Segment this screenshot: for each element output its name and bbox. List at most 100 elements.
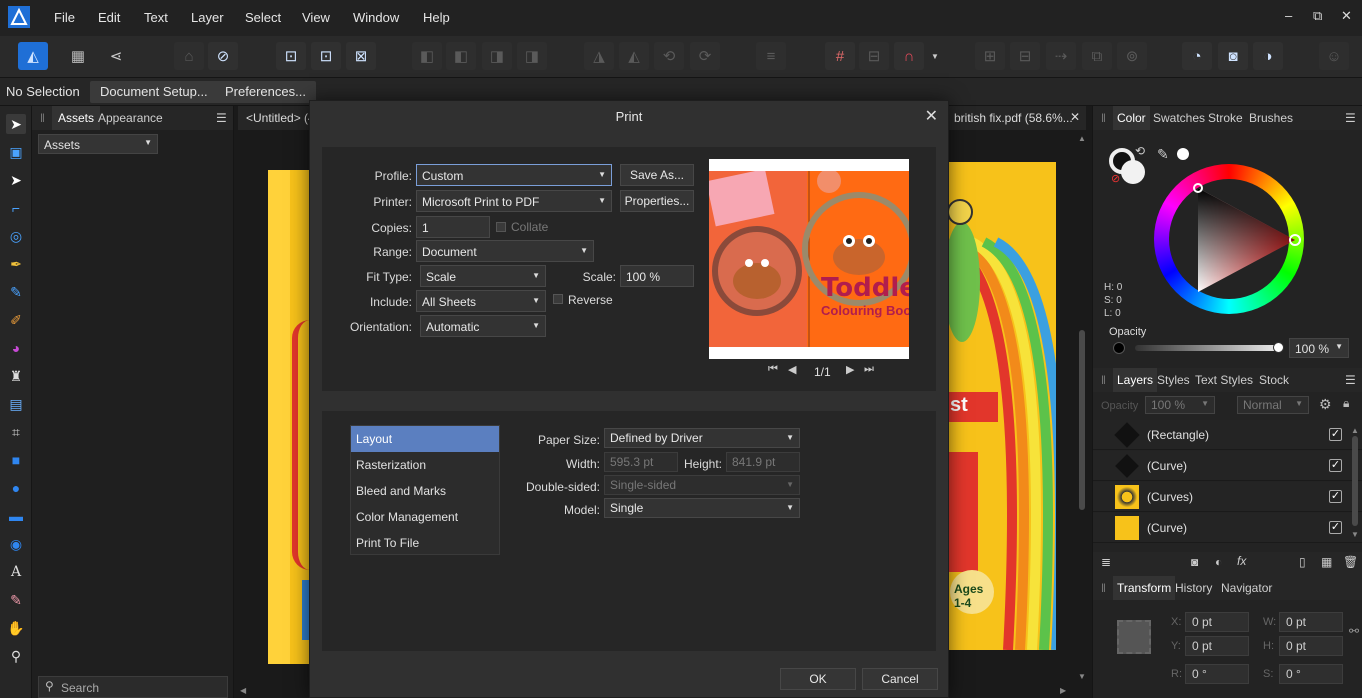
- save-as-button[interactable]: Save As...: [620, 164, 694, 186]
- fill-tool-icon[interactable]: ◕: [6, 338, 26, 358]
- tab-assets[interactable]: Assets: [52, 106, 101, 130]
- delete-layer-icon[interactable]: 🗑︎: [1343, 555, 1358, 569]
- menu-help[interactable]: Help: [423, 10, 450, 25]
- next-page-icon[interactable]: ▶: [846, 363, 854, 376]
- layer-settings-gear-icon[interactable]: ⚙: [1319, 396, 1332, 413]
- opacity-value-field[interactable]: 100 % ▼: [1289, 338, 1349, 358]
- flip-horizontal-icon[interactable]: ◮: [584, 42, 614, 70]
- no-color-icon[interactable]: ⊘: [1111, 172, 1120, 185]
- category-rasterization[interactable]: Rasterization: [351, 452, 499, 478]
- flip-vertical-icon[interactable]: ◭: [619, 42, 649, 70]
- tab-appearance[interactable]: Appearance: [98, 111, 163, 125]
- link-aspect-icon[interactable]: ⚯: [1349, 624, 1359, 638]
- mask-icon[interactable]: ◙: [1191, 555, 1198, 569]
- corner-tool-icon[interactable]: ⌐: [6, 198, 26, 218]
- hide-selection-icon[interactable]: ⊘: [208, 42, 238, 70]
- menu-file[interactable]: File: [54, 10, 75, 25]
- insert-page-icon[interactable]: ⊞: [975, 42, 1005, 70]
- category-print-to-file[interactable]: Print To File: [351, 530, 499, 556]
- assets-category-dropdown[interactable]: Assets ▼: [38, 134, 158, 154]
- category-bleed-and-marks[interactable]: Bleed and Marks: [351, 478, 499, 504]
- minimize-button[interactable]: –: [1285, 8, 1292, 23]
- panel-grip-icon[interactable]: ‖: [1101, 111, 1106, 125]
- panel-grip-icon[interactable]: ‖: [40, 111, 45, 125]
- fill-color-well[interactable]: [1121, 160, 1145, 184]
- persona-publisher-icon[interactable]: ◭: [18, 42, 48, 70]
- tab-brushes[interactable]: Brushes: [1249, 111, 1293, 125]
- copies-field[interactable]: 1: [416, 216, 490, 238]
- color-swatch-white[interactable]: [1177, 148, 1189, 160]
- rounded-rectangle-tool-icon[interactable]: ▬: [6, 506, 26, 526]
- close-icon[interactable]: ✕: [925, 106, 938, 126]
- anchor-selector[interactable]: [1117, 620, 1151, 654]
- frame-dashed-icon[interactable]: ⊡: [311, 42, 341, 70]
- group-icon[interactable]: ▦: [1321, 555, 1332, 569]
- text-tool-icon[interactable]: A: [6, 562, 26, 582]
- scroll-down-icon[interactable]: ▼: [1351, 530, 1359, 539]
- assets-search-input[interactable]: ⚲ Search: [38, 676, 228, 698]
- opacity-slider-handle[interactable]: [1273, 342, 1284, 353]
- swap-colors-icon[interactable]: ⟲: [1135, 144, 1145, 158]
- close-tab-icon[interactable]: ✕: [1070, 110, 1080, 124]
- move-tool-icon[interactable]: ➤: [6, 114, 26, 134]
- rotate-right-icon[interactable]: ⟳: [690, 42, 720, 70]
- grid-apps-icon[interactable]: ▦: [63, 42, 93, 70]
- layer-row[interactable]: (Rectangle) ✓: [1093, 420, 1362, 450]
- fit-type-dropdown[interactable]: Scale ▼: [420, 265, 546, 287]
- tab-color[interactable]: Color: [1113, 106, 1150, 130]
- include-dropdown[interactable]: All Sheets ▼: [416, 290, 546, 312]
- donut-tool-icon[interactable]: ◉: [6, 534, 26, 554]
- zoom-tool-icon[interactable]: ⚲: [6, 646, 26, 666]
- artboard-tool-icon[interactable]: ▣: [6, 142, 26, 162]
- tab-text-styles[interactable]: Text Styles: [1195, 373, 1253, 387]
- panel-menu-icon[interactable]: ☰: [216, 111, 227, 125]
- last-page-icon[interactable]: ⏭: [864, 363, 874, 376]
- layer-visibility-checkbox[interactable]: ✓: [1329, 428, 1342, 441]
- crop-tool-icon[interactable]: ⌗: [6, 422, 26, 442]
- spread-icon[interactable]: ⧉: [1082, 42, 1112, 70]
- layer-visibility-checkbox[interactable]: ✓: [1329, 521, 1342, 534]
- contour-tool-icon[interactable]: ◎: [6, 226, 26, 246]
- orientation-dropdown[interactable]: Automatic ▼: [420, 315, 546, 337]
- tab-swatches[interactable]: Swatches: [1153, 111, 1205, 125]
- boolean-subtract-icon[interactable]: ◙: [1218, 42, 1248, 70]
- menu-layer[interactable]: Layer: [191, 10, 224, 25]
- node-tool-icon[interactable]: ➤: [6, 170, 26, 190]
- hand-tool-icon[interactable]: ✋: [6, 618, 26, 638]
- scroll-down-icon[interactable]: ▼: [1078, 672, 1086, 681]
- layer-opacity-field[interactable]: 100 % ▼: [1145, 396, 1215, 414]
- adjustment-icon[interactable]: ◐: [1215, 555, 1222, 569]
- printer-dropdown[interactable]: Microsoft Print to PDF ▼: [416, 190, 612, 212]
- first-page-icon[interactable]: ⏮: [768, 363, 778, 376]
- blend-mode-dropdown[interactable]: Normal ▼: [1237, 396, 1309, 414]
- arrange-forward-icon[interactable]: ◨: [482, 42, 512, 70]
- pen-tool-icon[interactable]: ✒: [6, 254, 26, 274]
- tab-history[interactable]: History: [1175, 581, 1212, 595]
- tab-layers[interactable]: Layers: [1113, 368, 1158, 392]
- arrange-back-icon[interactable]: ◧: [412, 42, 442, 70]
- color-triangle[interactable]: [1154, 164, 1304, 314]
- panel-menu-icon[interactable]: ☰: [1345, 111, 1356, 125]
- snapping-icon[interactable]: ⌂: [174, 42, 204, 70]
- snapping-magnet-icon[interactable]: ∩: [894, 42, 924, 70]
- scroll-thumb[interactable]: [1079, 330, 1085, 510]
- color-wheel[interactable]: [1154, 164, 1304, 314]
- h-field[interactable]: 0 pt: [1279, 636, 1343, 656]
- menu-edit[interactable]: Edit: [98, 10, 120, 25]
- ok-button[interactable]: OK: [780, 668, 856, 690]
- tab-stock[interactable]: Stock: [1259, 373, 1289, 387]
- eyedropper-icon[interactable]: ✎: [1157, 146, 1169, 163]
- category-color-management[interactable]: Color Management: [351, 504, 499, 530]
- affinity-logo-icon[interactable]: [8, 6, 30, 28]
- scroll-left-icon[interactable]: ◀: [240, 686, 246, 695]
- snapping-dropdown-icon[interactable]: ▼: [928, 42, 942, 70]
- transparency-tool-icon[interactable]: ♜: [6, 366, 26, 386]
- shear-field[interactable]: 0 °: [1279, 664, 1343, 684]
- height-field[interactable]: 841.9 pt: [726, 452, 800, 472]
- boolean-add-icon[interactable]: ◔: [1182, 42, 1212, 70]
- opacity-slider[interactable]: [1135, 342, 1284, 353]
- align-icon[interactable]: ≡: [756, 42, 786, 70]
- maximize-button[interactable]: ⧉: [1313, 8, 1322, 24]
- scroll-right-icon[interactable]: ▶: [1060, 686, 1066, 695]
- pencil-tool-icon[interactable]: ✎: [6, 282, 26, 302]
